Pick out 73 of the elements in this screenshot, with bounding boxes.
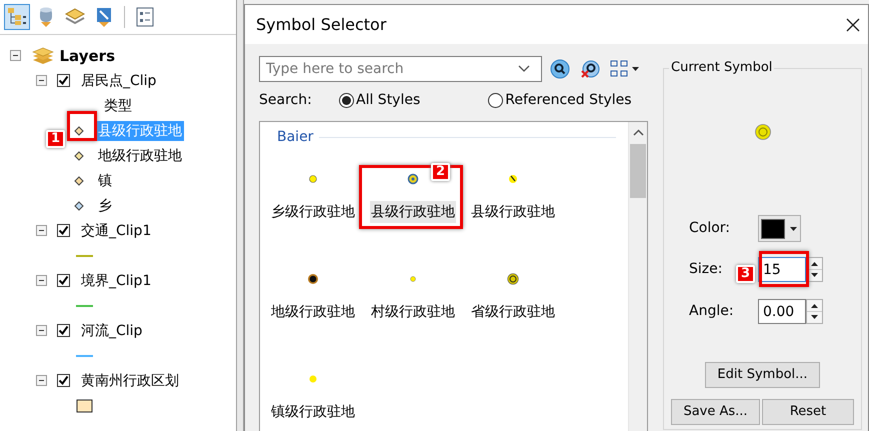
layers-stack-icon [32,46,54,64]
layer-checkbox[interactable] [57,274,70,287]
line-symbol-icon [76,354,93,358]
search-field[interactable]: Type here to search [259,56,542,82]
symbol-item[interactable]: 省级行政驻地 [470,301,556,323]
field-label: Size: [689,260,724,279]
layer-checkbox[interactable] [57,374,70,387]
highlight-frame [67,111,97,141]
tree-item[interactable]: Layers [58,46,117,66]
collapse-icon[interactable] [36,275,47,286]
ringed-dot-icon [307,273,319,285]
symbol-item[interactable]: 县级行政驻地 [370,201,456,223]
tree-item[interactable]: 黄南州行政区划 [79,370,181,390]
line-symbol-icon [76,304,93,308]
group-header: Baier [277,128,314,146]
polygon-symbol-icon [76,398,93,412]
legend-item[interactable]: 地级行政驻地 [96,146,184,166]
ringed-dot-icon [507,273,519,285]
layer-checkbox[interactable] [57,74,70,87]
scroll-thumb[interactable] [630,144,646,198]
list-options-icon [134,6,156,28]
symbol-item[interactable]: 地级行政驻地 [270,301,356,323]
badge-marker-icon [407,173,419,185]
symbol-preview-icon [754,123,772,141]
color-picker[interactable] [758,215,801,242]
search-label: Search: [259,91,313,110]
dot-marker-icon [307,373,319,385]
collapse-icon[interactable] [36,375,47,386]
legend-item[interactable]: 镇 [96,170,114,190]
legend-heading: 类型 [103,96,133,116]
tree-item[interactable]: 居民点_Clip [79,70,158,90]
highlight-frame [759,251,809,287]
edit-symbol-button[interactable]: Edit Symbol... [705,362,820,388]
scope-radio[interactable]: Referenced Styles [488,90,632,111]
group-title: Current Symbol [669,59,774,77]
step-number: 2 [431,163,450,181]
angle-field[interactable]: 0.00 [758,299,806,324]
symbol-item[interactable]: 县级行政驻地 [470,201,556,223]
tree-item[interactable]: 交通_Clip1 [79,220,154,240]
tiny-dot-icon [407,273,419,285]
scope-radio[interactable]: All Styles [339,90,420,111]
small-dot-icon [307,173,319,185]
caret-icon [789,226,798,232]
close-icon[interactable] [846,18,860,32]
scrollbar[interactable] [628,122,647,431]
tree-item[interactable]: 河流_Clip [79,320,144,340]
save-as-button[interactable]: Save As... [671,399,760,425]
field-label: Angle: [689,302,733,321]
legend-item[interactable]: 乡 [96,196,114,216]
grid-view-icon[interactable] [610,59,640,79]
step-number: 3 [736,265,755,283]
window-title: Symbol Selector [256,14,386,36]
list-by-drawing-order-button[interactable] [4,4,30,30]
collapse-icon[interactable] [10,50,21,61]
reset-button[interactable]: Reset [762,399,854,425]
layer-checkbox[interactable] [57,324,70,337]
field-label: Color: [689,219,732,238]
size-field[interactable]: 15 [758,257,806,282]
collapse-icon[interactable] [36,75,47,86]
symbol-item[interactable]: 村级行政驻地 [370,301,456,323]
spinner-icon[interactable] [806,299,823,324]
collapse-icon[interactable] [36,325,47,336]
collapse-icon[interactable] [36,225,47,236]
line-symbol-icon [76,254,93,258]
symbol-item[interactable]: 乡级行政驻地 [270,201,356,223]
search-icon[interactable] [550,59,570,79]
clear-search-icon[interactable] [580,59,600,79]
slashed-dot-icon [507,173,519,185]
list-by-drawing-order-icon [6,6,28,28]
tree-item[interactable]: 境界_Clip1 [79,270,154,290]
layer-checkbox[interactable] [57,224,70,237]
symbol-item[interactable]: 镇级行政驻地 [270,401,356,423]
step-number: 1 [46,130,65,148]
